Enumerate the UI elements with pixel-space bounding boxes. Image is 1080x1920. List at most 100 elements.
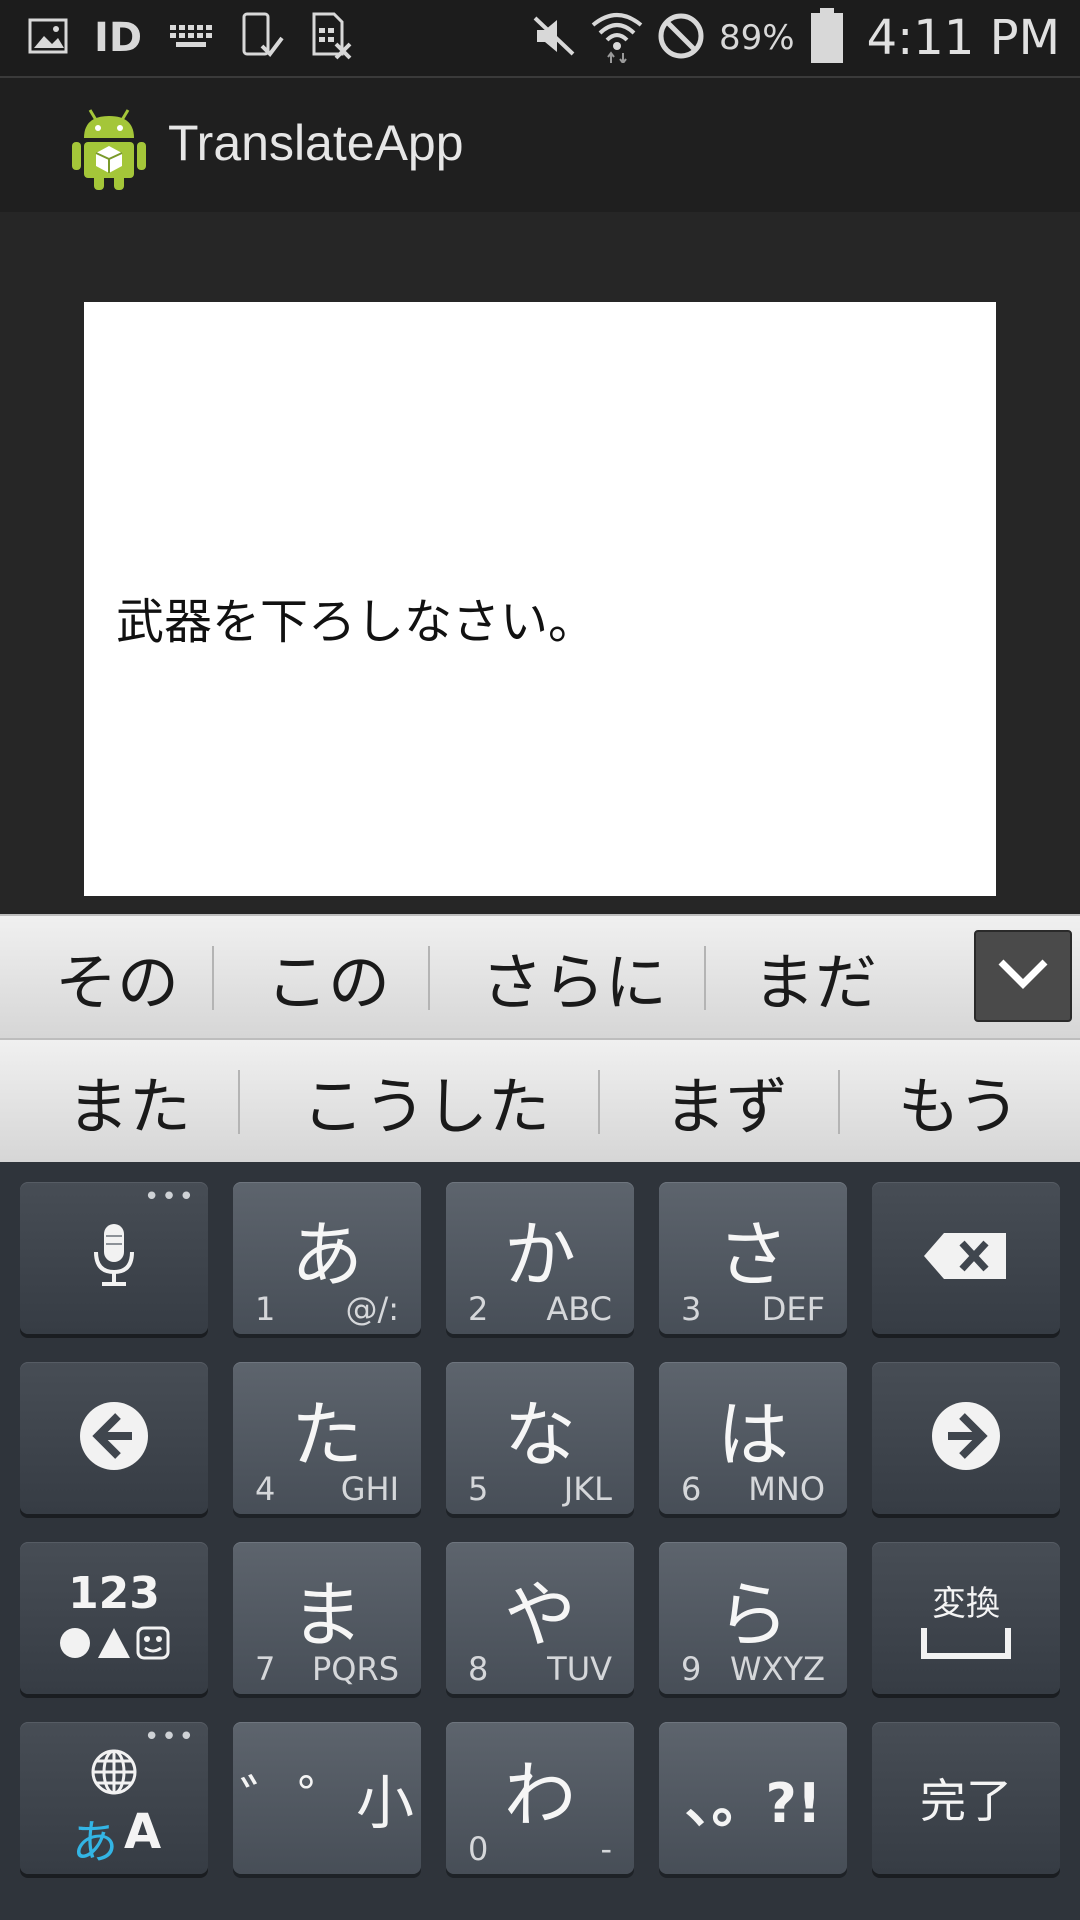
candidate-expand-button[interactable]	[974, 930, 1072, 1022]
app-title: TranslateApp	[168, 115, 464, 171]
done-label: 完了	[920, 1774, 1012, 1828]
candidate-item[interactable]: まず	[614, 1040, 838, 1162]
key-sa[interactable]: さ 3 DEF	[659, 1182, 847, 1334]
key-number: 3	[681, 1290, 702, 1328]
status-bar-notifications: ID	[28, 10, 354, 66]
key-latin: ABC	[546, 1290, 612, 1328]
android-app-icon[interactable]	[68, 104, 150, 190]
triangle-shape-icon	[96, 1626, 132, 1664]
voice-input-key[interactable]: •••	[20, 1182, 208, 1334]
punctuation-label: 、。?!	[684, 1771, 822, 1835]
key-latin: @/:	[345, 1290, 399, 1328]
circle-shape-icon	[58, 1626, 92, 1664]
key-ra[interactable]: ら 9 WXYZ	[659, 1542, 847, 1694]
key-char: ま	[290, 1573, 363, 1657]
key-char: あ	[290, 1213, 363, 1297]
candidate-row-2: また こうした まず もう	[0, 1038, 1080, 1164]
candidate-item[interactable]: まだ	[720, 916, 910, 1038]
key-char: さ	[716, 1213, 789, 1297]
key-char: な	[503, 1393, 576, 1477]
key-number: 8	[468, 1650, 489, 1688]
soft-keyboard: その この さらに まだ また こうした まず もう ••• あ 1 @/: か…	[0, 914, 1080, 1920]
candidate-separator	[238, 1070, 240, 1134]
hiragana-mode-label: あ	[72, 1815, 118, 1869]
key-latin: GHI	[340, 1470, 399, 1508]
input-language-key[interactable]: ••• あ A	[20, 1722, 208, 1874]
key-latin: WXYZ	[729, 1650, 825, 1688]
candidate-separator	[428, 946, 430, 1010]
key-char: か	[503, 1213, 576, 1297]
battery-icon	[809, 8, 845, 68]
arrow-left-icon	[78, 1400, 150, 1476]
main-content: 武器を下ろしなさい。	[0, 212, 1080, 916]
key-char: わ	[503, 1753, 576, 1837]
alphabet-mode-label: A	[124, 1804, 162, 1860]
backspace-icon	[922, 1231, 1010, 1285]
key-number: 7	[255, 1650, 276, 1688]
key-latin: -	[600, 1830, 612, 1868]
key-char: ら	[716, 1573, 789, 1657]
key-ta[interactable]: た 4 GHI	[233, 1362, 421, 1514]
emoji-face-icon	[136, 1626, 170, 1664]
cursor-left-key[interactable]	[20, 1362, 208, 1514]
candidate-item[interactable]: また	[20, 1040, 238, 1162]
key-number: 6	[681, 1470, 702, 1508]
key-wa[interactable]: わ 0 -	[446, 1722, 634, 1874]
cursor-right-key[interactable]	[872, 1362, 1060, 1514]
wifi-icon	[591, 9, 643, 67]
key-ka[interactable]: か 2 ABC	[446, 1182, 634, 1334]
more-options-dots-icon: •••	[143, 1722, 196, 1752]
key-char: は	[716, 1393, 789, 1477]
symbols-glyphs	[20, 1626, 208, 1664]
id-badge: ID	[94, 15, 143, 61]
key-ma[interactable]: ま 7 PQRS	[233, 1542, 421, 1694]
key-latin: PQRS	[311, 1650, 399, 1688]
punctuation-key[interactable]: 、。?!	[659, 1722, 847, 1874]
clock: 4:11 PM	[866, 10, 1060, 66]
space-bar-icon	[920, 1626, 1012, 1664]
candidate-separator	[598, 1070, 600, 1134]
candidate-item[interactable]: この	[228, 916, 428, 1038]
candidate-separator	[838, 1070, 840, 1134]
dakuten-small-key[interactable]: ゛゜小	[233, 1722, 421, 1874]
arrow-right-icon	[930, 1400, 1002, 1476]
microphone-icon	[90, 1222, 138, 1294]
convert-space-key[interactable]: 変換	[872, 1542, 1060, 1694]
translation-text-box[interactable]: 武器を下ろしなさい。	[84, 302, 996, 896]
keyboard-icon	[168, 21, 214, 55]
key-ha[interactable]: は 6 MNO	[659, 1362, 847, 1514]
key-latin: TUV	[547, 1650, 612, 1688]
candidate-row-1: その この さらに まだ	[0, 914, 1080, 1040]
action-bar: TranslateApp	[0, 78, 1080, 214]
backspace-key[interactable]	[872, 1182, 1060, 1334]
device-check-icon	[240, 12, 284, 64]
key-number: 9	[681, 1650, 702, 1688]
key-na[interactable]: な 5 JKL	[446, 1362, 634, 1514]
candidate-item[interactable]: もう	[854, 1040, 1064, 1162]
key-a[interactable]: あ 1 @/:	[233, 1182, 421, 1334]
key-number: 4	[255, 1470, 276, 1508]
key-char: た	[290, 1393, 363, 1477]
key-latin: DEF	[761, 1290, 825, 1328]
done-key[interactable]: 完了	[872, 1722, 1060, 1874]
status-bar: ID 89% 4:11 PM	[0, 0, 1080, 78]
key-grid: ••• あ 1 @/: か 2 ABC さ 3 DEF た 4 GHI な 5 …	[0, 1162, 1080, 1920]
status-bar-system: 89% 4:11 PM	[531, 6, 1060, 70]
candidate-item[interactable]: さらに	[444, 916, 704, 1038]
candidate-item[interactable]: こうした	[254, 1040, 598, 1162]
globe-icon	[90, 1748, 138, 1800]
candidate-item[interactable]: その	[22, 916, 212, 1038]
key-latin: JKL	[563, 1470, 612, 1508]
mute-icon	[531, 14, 577, 62]
translation-text: 武器を下ろしなさい。	[116, 594, 597, 650]
key-number: 2	[468, 1290, 489, 1328]
symbols-mode-label: 123	[68, 1568, 160, 1619]
convert-label: 変換	[932, 1584, 1000, 1624]
sim-error-icon	[310, 12, 354, 64]
do-not-disturb-icon	[657, 12, 705, 64]
key-ya[interactable]: や 8 TUV	[446, 1542, 634, 1694]
symbols-mode-key[interactable]: 123	[20, 1542, 208, 1694]
key-latin: MNO	[748, 1470, 825, 1508]
key-number: 5	[468, 1470, 489, 1508]
battery-percent: 89%	[719, 18, 795, 58]
